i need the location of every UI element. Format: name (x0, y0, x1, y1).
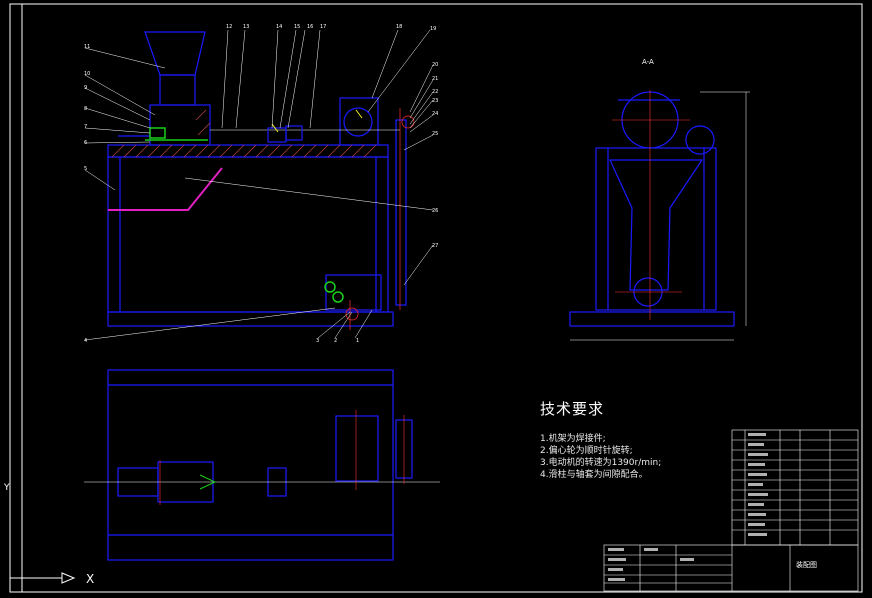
part-label: 14 (276, 24, 282, 30)
tech-requirement-item: 1.机架为焊接件; (540, 434, 606, 444)
part-label: 24 (432, 111, 438, 117)
discharge-chute (108, 167, 223, 211)
part-label: 7 (84, 124, 87, 130)
side-view (569, 91, 735, 327)
part-label: 16 (307, 24, 313, 30)
tech-requirements: 技术要求 1.机架为焊接件; 2.偏心轮为顺时针旋转; 3.电动机的转速为139… (540, 398, 661, 481)
part-label: 23 (432, 98, 438, 104)
part-label: 6 (84, 140, 87, 146)
front-view (107, 31, 407, 327)
y-axis-label: Y (3, 483, 10, 493)
part-label: 25 (432, 131, 438, 137)
side-view-dimensions (570, 91, 750, 341)
part-label: 9 (84, 85, 87, 91)
part-label: 1 (356, 338, 359, 344)
part-label: 20 (432, 62, 438, 68)
part-label: 19 (430, 26, 436, 32)
part-label: 15 (294, 24, 300, 30)
part-label: 18 (396, 24, 402, 30)
part-label: 3 (316, 338, 319, 344)
x-axis-label: X (86, 572, 94, 586)
part-label: 21 (432, 76, 438, 82)
top-view (84, 369, 440, 561)
ucs-icon: X Y (3, 483, 94, 586)
part-label: 17 (320, 24, 326, 30)
part-label: 13 (243, 24, 249, 30)
title-block (603, 544, 859, 592)
title-block-drawing-name: 装配图 (796, 561, 817, 569)
part-label: 11 (84, 44, 90, 50)
cad-drawing-canvas[interactable]: 11 10 9 8 7 6 5 4 3 2 1 12 13 14 15 16 1… (0, 0, 872, 598)
part-label: 27 (432, 243, 438, 249)
table-hatch (111, 109, 377, 158)
tech-requirements-list: 1.机架为焊接件; 2.偏心轮为顺时针旋转; 3.电动机的转速为1390r/mi… (540, 433, 661, 481)
parts-list-table (731, 429, 859, 546)
tech-requirement-item: 4.滑柱与轴套为间隙配合。 (540, 470, 648, 480)
top-view-centerlines (159, 410, 405, 505)
tech-requirements-title: 技术要求 (540, 400, 605, 418)
tech-requirement-item: 2.偏心轮为顺时针旋转; (540, 446, 633, 456)
tech-requirement-item: 3.电动机的转速为1390r/min; (540, 458, 662, 468)
side-view-centerlines (612, 90, 690, 320)
part-label: 26 (432, 208, 438, 214)
part-number-labels: 11 10 9 8 7 6 5 4 3 2 1 12 13 14 15 16 1… (84, 24, 438, 344)
center-lines (345, 108, 415, 330)
section-label: A-A (642, 58, 654, 66)
part-label: 8 (84, 106, 87, 112)
part-label: 10 (84, 71, 90, 77)
part-label: 4 (84, 338, 87, 344)
part-label: 2 (334, 338, 337, 344)
part-label: 12 (226, 24, 232, 30)
part-label: 22 (432, 89, 438, 95)
part-label: 5 (84, 166, 87, 172)
